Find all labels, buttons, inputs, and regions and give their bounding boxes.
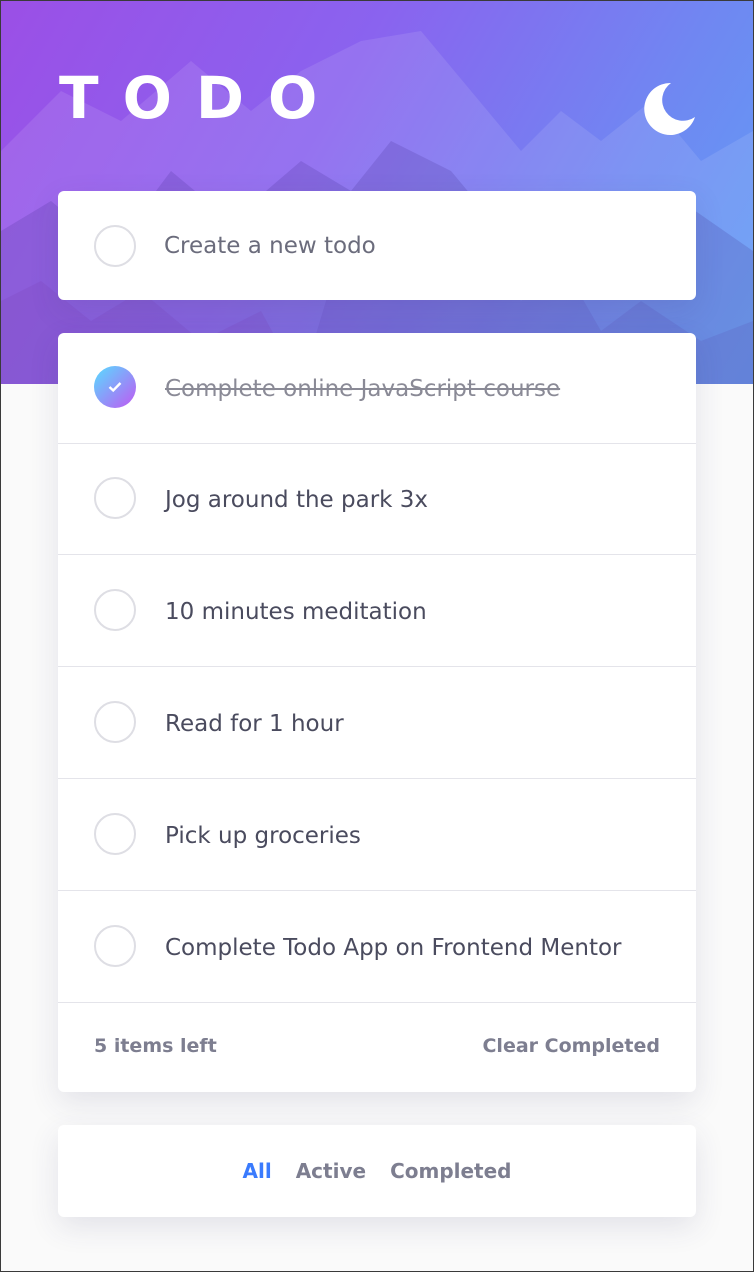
new-todo-input[interactable]	[164, 221, 664, 271]
todo-list: Complete online JavaScript course Jog ar…	[58, 333, 696, 1092]
todo-text: Jog around the park 3x	[165, 487, 429, 513]
items-left-count: 5 items left	[94, 1035, 217, 1057]
moon-icon[interactable]	[637, 77, 697, 137]
todo-checkbox[interactable]	[94, 589, 136, 631]
todo-checkbox[interactable]	[94, 813, 136, 855]
todo-text: Complete Todo App on Frontend Mentor	[165, 935, 622, 961]
app-title: TODO	[59, 64, 342, 132]
todo-text: Pick up groceries	[165, 823, 361, 849]
filter-group: All Active Completed	[58, 1125, 696, 1217]
list-footer: 5 items left Clear Completed	[58, 1003, 696, 1092]
todo-text: Complete online JavaScript course	[165, 376, 561, 402]
todo-checkbox[interactable]	[94, 925, 136, 967]
todo-checkbox[interactable]	[94, 477, 136, 519]
clear-completed-button[interactable]: Clear Completed	[482, 1035, 660, 1057]
app-frame: TODO Complete online JavaScript course J…	[0, 0, 754, 1272]
todo-item[interactable]: Read for 1 hour	[58, 668, 696, 779]
new-todo-card	[58, 191, 696, 300]
todo-item[interactable]: 10 minutes meditation	[58, 556, 696, 667]
todo-text: Read for 1 hour	[165, 711, 344, 737]
check-icon	[108, 382, 122, 393]
filter-all[interactable]: All	[243, 1159, 272, 1183]
filter-completed[interactable]: Completed	[390, 1159, 511, 1183]
todo-checkbox[interactable]	[94, 701, 136, 743]
new-todo-circle	[94, 225, 136, 267]
filter-active[interactable]: Active	[296, 1159, 366, 1183]
todo-item[interactable]: Jog around the park 3x	[58, 444, 696, 555]
todo-item[interactable]: Complete Todo App on Frontend Mentor	[58, 892, 696, 1003]
todo-checkbox-checked[interactable]	[94, 366, 136, 408]
todo-item[interactable]: Complete online JavaScript course	[58, 333, 696, 444]
todo-text: 10 minutes meditation	[165, 599, 427, 625]
moon-icon-svg	[644, 82, 695, 135]
todo-item[interactable]: Pick up groceries	[58, 780, 696, 891]
filter-bar: All Active Completed	[58, 1125, 696, 1217]
